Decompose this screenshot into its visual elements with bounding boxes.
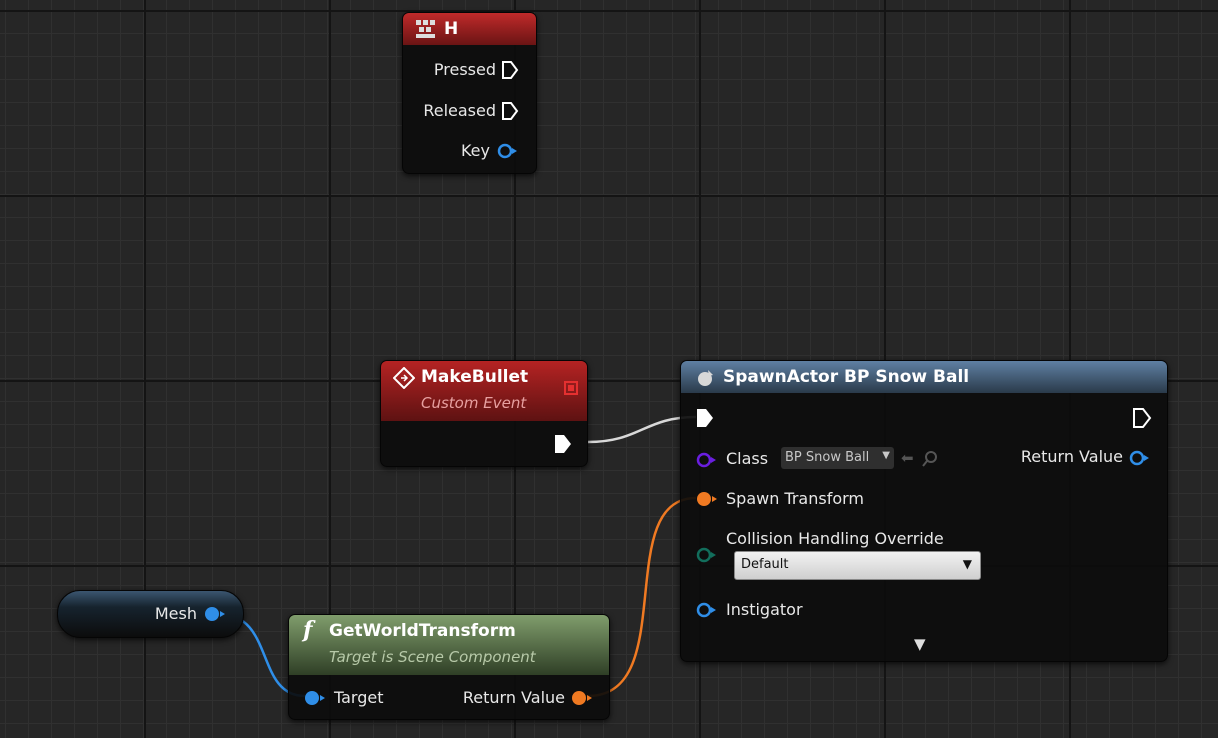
spawn-return-value-pin[interactable] (1128, 449, 1152, 467)
spawn-actor-title: SpawnActor BP Snow Ball (723, 367, 970, 387)
use-selected-arrow-icon[interactable]: ⬅ (901, 449, 914, 467)
return-value-label: Return Value (1020, 447, 1123, 466)
get-world-transform-node[interactable]: f GetWorldTransform Target is Scene Comp… (288, 614, 610, 720)
get-world-transform-subtitle: Target is Scene Component (329, 648, 536, 666)
spawn-actor-node[interactable]: SpawnActor BP Snow Ball Class BP Snow Ba… (680, 360, 1168, 662)
released-exec-pin[interactable] (501, 101, 519, 121)
gwt-return-value-label: Return Value (462, 688, 565, 707)
spawn-actor-header: SpawnActor BP Snow Ball (681, 361, 1167, 393)
mesh-label: Mesh (154, 604, 197, 623)
delegate-pin[interactable] (564, 381, 578, 395)
key-h-header: H (403, 13, 536, 45)
spawn-transform-label: Spawn Transform (726, 489, 865, 508)
gwt-return-value-pin[interactable] (570, 689, 594, 707)
released-label: Released (423, 101, 496, 120)
key-h-title: H (444, 19, 459, 39)
get-world-transform-title: GetWorldTransform (329, 621, 516, 641)
keyboard-icon (416, 20, 435, 38)
get-world-transform-header: f GetWorldTransform Target is Scene Comp… (289, 615, 609, 675)
make-bullet-title: MakeBullet (421, 367, 529, 387)
spawn-exec-out-pin[interactable] (1132, 407, 1152, 429)
class-pin[interactable] (695, 451, 719, 469)
spawn-exec-in-pin[interactable] (695, 407, 715, 429)
collision-value: Default (741, 557, 789, 572)
make-bullet-subtitle: Custom Event (421, 394, 527, 412)
chevron-down-icon: ▼ (882, 450, 890, 461)
pressed-label: Pressed (433, 60, 496, 79)
mesh-variable-node[interactable]: Mesh (57, 590, 244, 638)
class-label: Class (726, 449, 769, 468)
expand-pins-arrow-icon[interactable]: ▼ (914, 635, 926, 653)
key-pin[interactable] (496, 142, 520, 160)
chevron-down-icon: ▼ (962, 557, 972, 571)
collision-label: Collision Handling Override (726, 529, 944, 548)
class-value: BP Snow Ball (785, 450, 870, 465)
spawn-actor-icon (698, 370, 713, 386)
collision-dropdown[interactable]: Default ▼ (734, 551, 981, 580)
instigator-label: Instigator (726, 600, 803, 619)
make-bullet-node[interactable]: MakeBullet Custom Event (380, 360, 588, 467)
spawn-transform-pin[interactable] (695, 490, 719, 508)
event-icon (393, 367, 415, 389)
mesh-output-pin[interactable] (203, 605, 227, 623)
class-selector[interactable]: BP Snow Ball ▼ (781, 447, 894, 469)
collision-pin[interactable] (695, 546, 719, 564)
target-pin[interactable] (303, 689, 327, 707)
make-bullet-header: MakeBullet Custom Event (381, 361, 587, 421)
instigator-pin[interactable] (695, 601, 719, 619)
pressed-exec-pin[interactable] (501, 60, 519, 80)
key-label: Key (460, 141, 490, 160)
function-icon: f (303, 617, 313, 643)
target-label: Target (334, 688, 384, 707)
key-h-node[interactable]: H Pressed Released Key (402, 12, 537, 174)
make-bullet-exec-out-pin[interactable] (553, 433, 573, 455)
browse-search-icon[interactable] (921, 450, 939, 468)
